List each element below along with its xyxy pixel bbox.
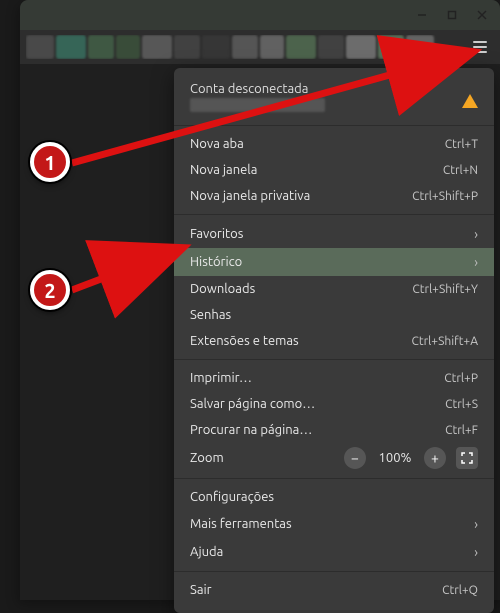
menu-item-label: Downloads (190, 282, 412, 296)
menu-item-label: Histórico (190, 255, 474, 269)
menu-more-tools[interactable]: Mais ferramentas › (174, 510, 494, 538)
menu-item-label: Favoritos (190, 227, 474, 241)
fullscreen-icon (461, 452, 473, 464)
menu-item-shortcut: Ctrl+Shift+Y (412, 283, 478, 296)
fullscreen-button[interactable] (456, 447, 478, 469)
menu-extensions[interactable]: Extensões e temas Ctrl+Shift+A (174, 328, 494, 354)
menu-item-label: Mais ferramentas (190, 517, 474, 531)
menu-item-shortcut: Ctrl+S (445, 398, 478, 411)
close-button[interactable] (470, 3, 494, 27)
menu-print[interactable]: Imprimir… Ctrl+P (174, 365, 494, 391)
menu-item-label: Configurações (190, 490, 478, 504)
menu-item-label: Nova janela privativa (190, 189, 412, 203)
menu-quit[interactable]: Sair Ctrl+Q (174, 577, 494, 603)
account-status-label: Conta desconectada (190, 82, 478, 96)
chevron-right-icon: › (474, 254, 478, 270)
app-menu: Conta desconectada Nova aba Ctrl+T Nova … (174, 68, 494, 613)
menu-settings[interactable]: Configurações (174, 484, 494, 510)
warning-icon (462, 94, 478, 108)
chevron-right-icon: › (474, 516, 478, 532)
menu-separator (174, 478, 494, 479)
account-email-blurred (190, 98, 325, 112)
callout-number: 2 (44, 279, 55, 302)
menu-downloads[interactable]: Downloads Ctrl+Shift+Y (174, 276, 494, 302)
menu-zoom-row: Zoom − 100% + (174, 443, 494, 473)
menu-item-label: Nova janela (190, 163, 443, 177)
tab-toolbar (20, 30, 500, 64)
menu-item-label: Sair (190, 583, 442, 597)
menu-item-shortcut: Ctrl+F (445, 424, 478, 437)
menu-item-label: Salvar página como… (190, 397, 445, 411)
zoom-out-button[interactable]: − (344, 447, 366, 469)
menu-separator (174, 359, 494, 360)
window-titlebar (20, 0, 500, 30)
callout-marker-1: 1 (30, 142, 70, 182)
menu-item-shortcut: Ctrl+Q (442, 584, 478, 597)
zoom-label: Zoom (190, 451, 334, 465)
menu-separator (174, 571, 494, 572)
menu-account-header[interactable]: Conta desconectada (174, 78, 494, 120)
menu-separator (174, 214, 494, 215)
menu-history[interactable]: Histórico › (174, 248, 494, 276)
chevron-right-icon: › (474, 544, 478, 560)
menu-item-label: Procurar na página… (190, 423, 445, 437)
zoom-in-button[interactable]: + (424, 447, 446, 469)
maximize-button[interactable] (440, 3, 464, 27)
menu-new-tab[interactable]: Nova aba Ctrl+T (174, 131, 494, 157)
menu-item-label: Senhas (190, 308, 478, 322)
zoom-value: 100% (376, 451, 414, 465)
callout-number: 1 (44, 151, 55, 174)
menu-new-private-window[interactable]: Nova janela privativa Ctrl+Shift+P (174, 183, 494, 209)
menu-item-label: Nova aba (190, 137, 445, 151)
app-menu-button[interactable] (466, 33, 494, 61)
menu-bookmarks[interactable]: Favoritos › (174, 220, 494, 248)
browser-window: Conta desconectada Nova aba Ctrl+T Nova … (20, 0, 500, 600)
menu-item-shortcut: Ctrl+Shift+P (412, 190, 478, 203)
chevron-right-icon: › (474, 226, 478, 242)
menu-item-shortcut: Ctrl+P (444, 372, 478, 385)
menu-help[interactable]: Ajuda › (174, 538, 494, 566)
menu-item-shortcut: Ctrl+Shift+A (412, 335, 478, 348)
menu-separator (174, 125, 494, 126)
menu-item-label: Extensões e temas (190, 334, 412, 348)
menu-find-in-page[interactable]: Procurar na página… Ctrl+F (174, 417, 494, 443)
menu-passwords[interactable]: Senhas (174, 302, 494, 328)
minimize-button[interactable] (410, 3, 434, 27)
menu-new-window[interactable]: Nova janela Ctrl+N (174, 157, 494, 183)
menu-save-page[interactable]: Salvar página como… Ctrl+S (174, 391, 494, 417)
menu-item-label: Imprimir… (190, 371, 444, 385)
tab-strip[interactable] (26, 35, 462, 59)
menu-item-shortcut: Ctrl+T (445, 138, 478, 151)
menu-item-shortcut: Ctrl+N (443, 164, 478, 177)
callout-marker-2: 2 (30, 270, 70, 310)
menu-item-label: Ajuda (190, 545, 474, 559)
